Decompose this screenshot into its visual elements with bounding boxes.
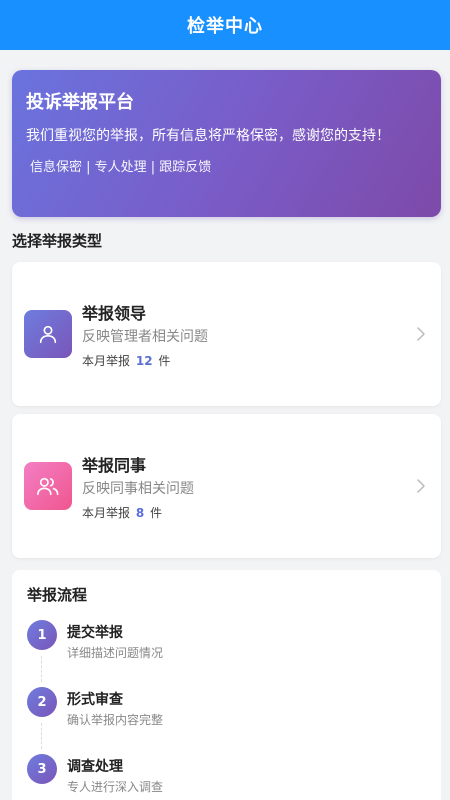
card-description: 反映管理者相关问题 (82, 329, 208, 345)
step-number: 2 (27, 687, 57, 717)
banner-description: 我们重视您的举报，所有信息将严格保密，感谢您的支持！ (26, 128, 390, 144)
monthly-count: 本月举报 8 件 (82, 504, 162, 521)
report-process-panel: 举报流程 1 提交举报 详细描述问题情况 2 形式审查 确认举报内容完整 3 调… (12, 570, 441, 800)
process-step: 1 提交举报 详细描述问题情况 (27, 620, 426, 687)
count-prefix: 本月举报 (82, 354, 131, 368)
count-prefix: 本月举报 (82, 506, 131, 520)
step-title: 调查处理 (67, 759, 123, 775)
count-suffix: 件 (150, 506, 163, 520)
process-step: 2 形式审查 确认举报内容完整 (27, 687, 426, 754)
monthly-count: 本月举报 12 件 (82, 352, 170, 369)
banner-title: 投诉举报平台 (26, 92, 134, 113)
report-colleague-card[interactable]: 举报同事 反映同事相关问题 本月举报 8 件 (12, 414, 441, 558)
step-title: 提交举报 (67, 625, 123, 641)
banner-tags: 信息保密 | 专人处理 | 跟踪反馈 (30, 160, 212, 175)
info-banner: 投诉举报平台 我们重视您的举报，所有信息将严格保密，感谢您的支持！ 信息保密 |… (12, 70, 441, 217)
process-title: 举报流程 (27, 586, 88, 604)
step-description: 确认举报内容完整 (67, 713, 164, 727)
step-connector (41, 723, 42, 749)
process-step: 3 调查处理 专人进行深入调查 (27, 754, 426, 800)
count-value: 12 (135, 354, 153, 368)
card-title: 举报同事 (82, 456, 147, 475)
card-description: 反映同事相关问题 (82, 481, 194, 497)
step-number: 1 (27, 620, 57, 650)
report-leader-card[interactable]: 举报领导 反映管理者相关问题 本月举报 12 件 (12, 262, 441, 406)
step-connector (41, 656, 42, 682)
section-title: 选择举报类型 (12, 232, 103, 250)
chevron-right-icon (417, 479, 425, 493)
count-value: 8 (135, 506, 145, 520)
step-description: 详细描述问题情况 (67, 646, 164, 660)
users-icon (24, 462, 72, 510)
user-icon (24, 310, 72, 358)
step-number: 3 (27, 754, 57, 784)
chevron-right-icon (417, 327, 425, 341)
count-suffix: 件 (158, 354, 171, 368)
top-navigation-bar: 检举中心 (0, 0, 450, 50)
card-title: 举报领导 (82, 304, 147, 323)
page-title: 检举中心 (187, 16, 263, 37)
step-description: 专人进行深入调查 (67, 780, 164, 794)
step-title: 形式审查 (67, 692, 123, 708)
